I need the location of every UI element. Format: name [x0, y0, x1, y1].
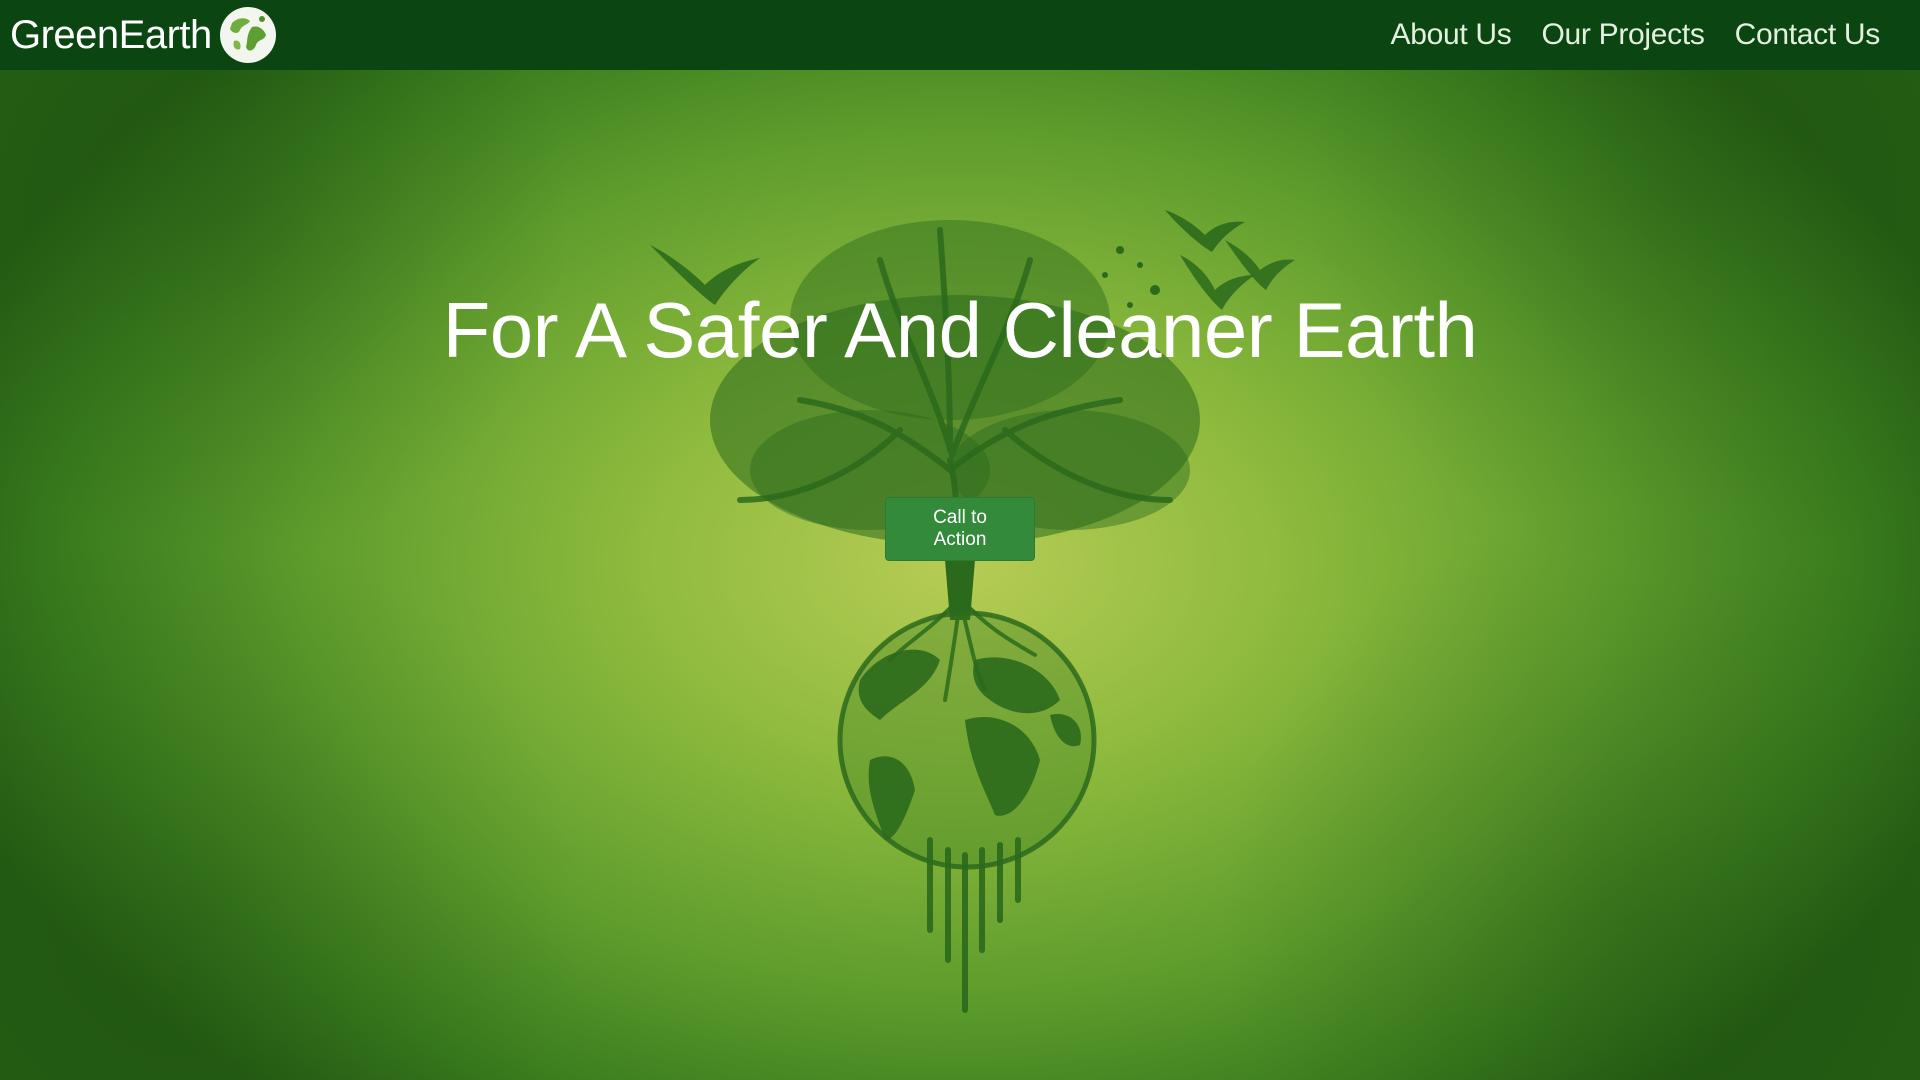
nav-link-our-projects[interactable]: Our Projects	[1541, 18, 1704, 52]
hero-headline: For A Safer And Cleaner Earth	[442, 286, 1478, 374]
page: GreenEarth About Us Our Projects Contact…	[0, 0, 1920, 1080]
brand-name[interactable]: GreenEarth	[10, 13, 212, 58]
nav-link-contact-us[interactable]: Contact Us	[1735, 18, 1881, 52]
nav-link-about-us[interactable]: About Us	[1390, 18, 1511, 52]
earth-globe-icon[interactable]	[218, 5, 278, 65]
brand[interactable]: GreenEarth	[10, 5, 278, 65]
main-nav: About Us Our Projects Contact Us	[1390, 18, 1880, 52]
call-to-action-button[interactable]: Call to Action	[885, 497, 1035, 561]
top-navbar: GreenEarth About Us Our Projects Contact…	[0, 0, 1920, 70]
